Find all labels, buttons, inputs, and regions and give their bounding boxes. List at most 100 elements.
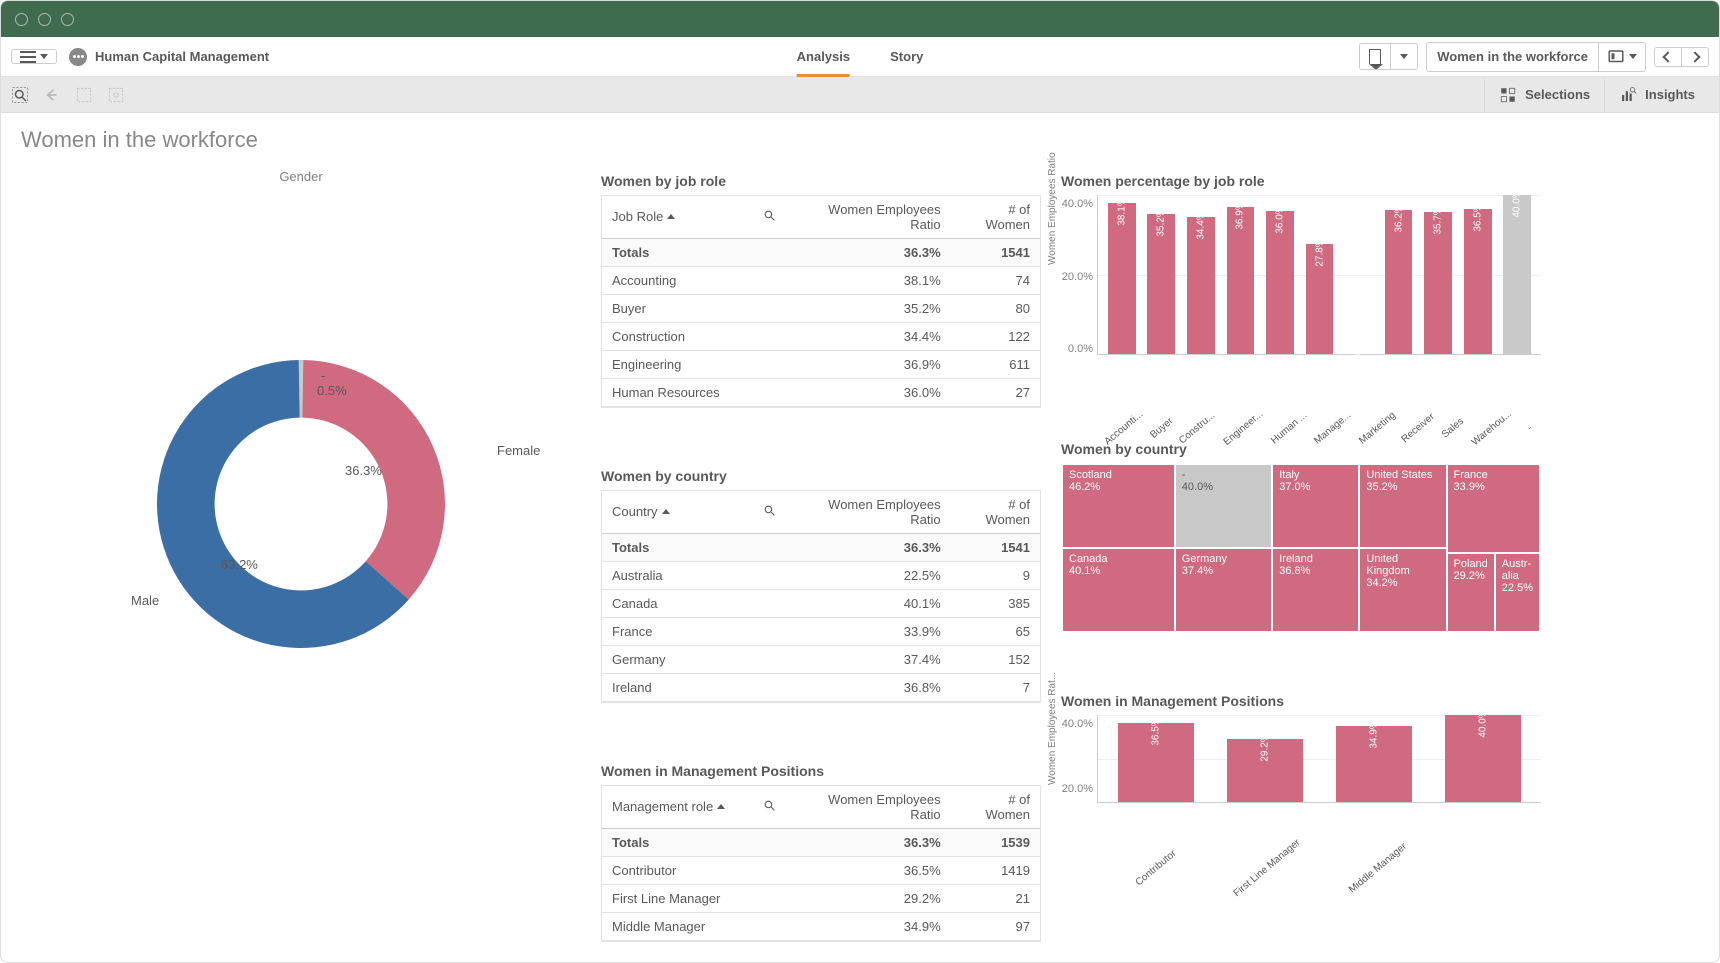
bar-mgmt-title: Women in Management Positions	[1061, 693, 1541, 709]
table-row[interactable]: Australia22.5%9	[602, 562, 1040, 590]
page-title: Women in the workforce	[1, 113, 1719, 153]
tm-cell[interactable]: -40.0%	[1175, 464, 1272, 548]
col-header[interactable]: # of Women	[951, 491, 1040, 534]
table-row[interactable]: Human Resources36.0%27	[602, 379, 1040, 407]
insights-button[interactable]: Insights	[1604, 77, 1709, 113]
tm-cell[interactable]: United States35.2%	[1359, 464, 1446, 548]
bar[interactable]: 36.9%	[1221, 195, 1261, 354]
bar[interactable]: 34.4%	[1181, 195, 1221, 354]
bar[interactable]: 29.2%	[1211, 715, 1320, 802]
window-close-icon[interactable]	[15, 13, 28, 26]
sheet-icon	[1607, 48, 1625, 66]
step-back-icon[interactable]	[43, 86, 61, 104]
tm-cell[interactable]: Ireland36.8%	[1272, 548, 1359, 632]
treemap-country-title: Women by country	[1061, 441, 1541, 457]
window-zoom-icon[interactable]	[61, 13, 74, 26]
table-country-title: Women by country	[601, 468, 1041, 484]
table-job-role-title: Women by job role	[601, 173, 1041, 189]
bar[interactable]: 40.0%	[1497, 195, 1537, 354]
window-titlebar	[1, 1, 1719, 37]
sheet-selector-label: Women in the workforce	[1427, 44, 1598, 69]
table-row[interactable]: Germany37.4%152	[602, 646, 1040, 674]
gender-donut-chart[interactable]: Gender 0.5% - Female 36.3% 63.2% Male	[21, 163, 581, 803]
table-row[interactable]: Engineering36.9%611	[602, 351, 1040, 379]
next-sheet-button[interactable]	[1681, 48, 1708, 66]
table-country[interactable]: Country Women Employees Ratio # of Women…	[601, 490, 1041, 703]
sheet-selector[interactable]: Women in the workforce	[1426, 42, 1646, 72]
bar-chart-job-role[interactable]: Women Employees Ratio 40.0%20.0%0.0% 38.…	[1061, 195, 1541, 395]
bar[interactable]: 27.8%	[1300, 195, 1340, 354]
main-menu-button[interactable]	[11, 49, 57, 64]
app-title: Human Capital Management	[69, 48, 269, 66]
treemap-country[interactable]: Scotland46.2% Canada40.1% -40.0% Germany…	[1061, 463, 1541, 633]
caret-down-icon	[1629, 54, 1637, 59]
tm-cell[interactable]: France33.9%	[1447, 464, 1540, 553]
table-mgmt-title: Women in Management Positions	[601, 763, 1041, 779]
search-icon[interactable]	[763, 799, 776, 812]
bar[interactable]: 35.2%	[1142, 195, 1182, 354]
bar-jobrole-title: Women percentage by job role	[1061, 173, 1541, 189]
tm-cell[interactable]: Poland29.2%	[1447, 553, 1495, 632]
table-row[interactable]: Buyer35.2%80	[602, 295, 1040, 323]
tab-analysis[interactable]: Analysis	[797, 37, 850, 77]
donut-lbl-female: Female	[497, 443, 540, 458]
table-job-role[interactable]: Job Role Women Employees Ratio # of Wome…	[601, 195, 1041, 408]
bar[interactable]: 40.0%	[1428, 715, 1537, 802]
table-row[interactable]: Contributor36.5%1419	[602, 857, 1040, 885]
x-tick: Middle Manager	[1332, 828, 1424, 908]
col-header[interactable]: # of Women	[951, 786, 1040, 829]
sheet-nav	[1654, 47, 1709, 67]
col-header[interactable]: Job Role	[602, 196, 786, 239]
table-totals-row: Totals36.3%1539	[602, 829, 1040, 857]
table-row[interactable]: Canada40.1%385	[602, 590, 1040, 618]
bookmark-icon	[1369, 49, 1381, 64]
clear-all-icon[interactable]	[107, 86, 125, 104]
col-header[interactable]: # of Women	[951, 196, 1040, 239]
bookmark-dropdown[interactable]	[1359, 43, 1418, 70]
tm-cell[interactable]: Canada40.1%	[1062, 548, 1175, 632]
table-row[interactable]: Ireland36.8%7	[602, 674, 1040, 702]
bar[interactable]: 35.7%	[1418, 195, 1458, 354]
selections-label: Selections	[1525, 87, 1590, 102]
table-totals-row: Totals36.3%1541	[602, 534, 1040, 562]
app-window: Human Capital Management Analysis Story …	[0, 0, 1720, 963]
search-icon[interactable]	[763, 504, 776, 517]
tab-story[interactable]: Story	[890, 37, 923, 77]
table-mgmt[interactable]: Management role Women Employees Ratio # …	[601, 785, 1041, 942]
bar[interactable]: 0.0%	[1339, 195, 1379, 354]
smart-search-icon[interactable]	[11, 86, 29, 104]
col-header[interactable]: Women Employees Ratio	[786, 491, 951, 534]
tm-cell[interactable]: Italy37.0%	[1272, 464, 1359, 548]
window-minimize-icon[interactable]	[38, 13, 51, 26]
bar[interactable]: 36.5%	[1102, 715, 1211, 802]
tm-cell[interactable]: Austr-alia22.5%	[1495, 553, 1540, 632]
bar[interactable]: 36.0%	[1260, 195, 1300, 354]
tm-cell[interactable]: Scotland46.2%	[1062, 464, 1175, 548]
bar[interactable]: 36.5%	[1458, 195, 1498, 354]
table-row[interactable]: Accounting38.1%74	[602, 267, 1040, 295]
donut-svg	[121, 324, 481, 684]
bar-chart-mgmt[interactable]: Women Employees Rat... 40.0%20.0% 36.5%2…	[1061, 715, 1541, 835]
x-tick: Buyer	[1147, 415, 1176, 442]
col-header[interactable]: Country	[602, 491, 786, 534]
table-row[interactable]: First Line Manager29.2%21	[602, 885, 1040, 913]
table-row[interactable]: France33.9%65	[602, 618, 1040, 646]
view-tabs: Analysis Story	[797, 37, 924, 77]
tm-cell[interactable]: United Kingdom34.2%	[1359, 548, 1446, 632]
bar[interactable]: 34.9%	[1320, 715, 1429, 802]
prev-sheet-button[interactable]	[1655, 48, 1681, 66]
bar[interactable]: 36.2%	[1379, 195, 1419, 354]
tm-cell[interactable]: Germany37.4%	[1175, 548, 1272, 632]
col-header[interactable]: Women Employees Ratio	[786, 196, 951, 239]
selections-tool-button[interactable]: Selections	[1484, 77, 1604, 113]
x-tick: Sales	[1438, 415, 1467, 442]
col-header[interactable]: Women Employees Ratio	[786, 786, 951, 829]
table-row[interactable]: Middle Manager34.9%97	[602, 913, 1040, 941]
step-forward-icon[interactable]	[75, 86, 93, 104]
col-header[interactable]: Management role	[602, 786, 786, 829]
donut-pct-female: 36.3%	[345, 463, 382, 478]
donut-title: Gender	[21, 169, 581, 184]
bar[interactable]: 38.1%	[1102, 195, 1142, 354]
search-icon[interactable]	[763, 209, 776, 222]
table-row[interactable]: Construction34.4%122	[602, 323, 1040, 351]
